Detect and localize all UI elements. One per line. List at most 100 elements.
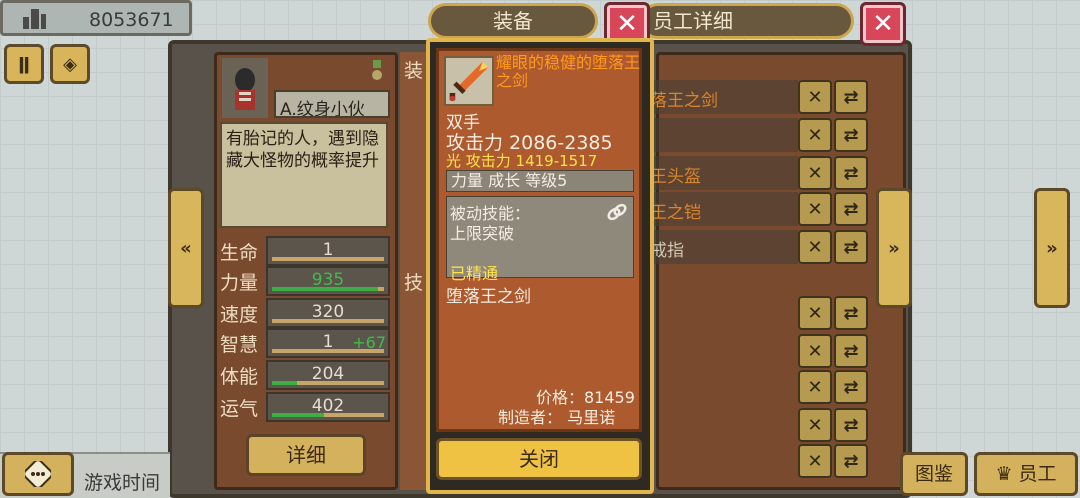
swap-icon: ⇄ (843, 414, 859, 436)
swap-button[interactable]: ⇄ (834, 408, 868, 442)
item-maker: 制造者： 马里诺 (498, 408, 616, 427)
stat-label: 速度 (220, 304, 259, 326)
equip-item-name: 戒指 (650, 241, 684, 261)
stat-bar: 402 (266, 392, 390, 422)
cross-icon: ✕ (807, 86, 823, 108)
swap-button[interactable]: ⇄ (834, 192, 868, 226)
stat-value: 204 (311, 364, 345, 384)
employee-detail-title: 员工详细 (640, 3, 854, 39)
cross-icon: ✕ (807, 236, 823, 258)
swap-button[interactable]: ⇄ (834, 370, 868, 404)
double-right-arrow-icon: » (888, 237, 900, 259)
money-value: 8053671 (89, 9, 174, 31)
growth-info: 力量 成长 等级5 (446, 170, 634, 192)
swap-button[interactable]: ⇄ (834, 444, 868, 478)
swap-button[interactable]: ⇄ (834, 334, 868, 368)
staff-button[interactable]: ♛ 员工 (974, 452, 1078, 496)
swap-icon: ⇄ (843, 340, 859, 362)
stat-label: 力量 (220, 272, 259, 294)
swap-icon: ⇄ (843, 376, 859, 398)
crown-icon: ♛ (995, 463, 1013, 485)
swap-button[interactable]: ⇄ (834, 230, 868, 264)
swap-button[interactable]: ⇄ (834, 118, 868, 152)
detail-button[interactable]: 详细 (246, 434, 366, 476)
set-name: 堕落王之剑 (446, 287, 531, 307)
prev-employee-button[interactable]: « (168, 188, 204, 308)
double-left-arrow-icon: « (180, 237, 192, 259)
stat-bar: 320 (266, 298, 390, 328)
swap-icon: ⇄ (843, 236, 859, 258)
cross-icon: ✕ (807, 414, 823, 436)
cross-icon: ✕ (807, 162, 823, 184)
stat-value: 1 (322, 332, 334, 352)
swap-button[interactable]: ⇄ (834, 80, 868, 114)
stat-label: 运气 (220, 398, 259, 420)
atlas-button[interactable]: 图鉴 (900, 452, 968, 496)
stat-bar: 935 (266, 266, 390, 296)
close-button[interactable]: 关闭 (436, 438, 642, 480)
employee-name: A.纹身小伙 (274, 90, 390, 118)
cross-icon: ✕ (807, 340, 823, 362)
stat-value: 1 (322, 240, 334, 260)
unequip-button[interactable]: ✕ (798, 370, 832, 404)
stat-value: 402 (311, 396, 345, 416)
stat-bar: 1 (266, 236, 390, 266)
money-bar: 8053671 (0, 0, 192, 36)
unequip-button[interactable]: ✕ (798, 296, 832, 330)
light-attack-value: 光 攻击力 1419-1517 (446, 152, 598, 170)
building-icon (23, 9, 46, 29)
stat-bar: 1 +67 (266, 328, 390, 358)
swap-icon: ⇄ (843, 124, 859, 146)
equip-row[interactable] (650, 118, 798, 152)
cross-icon: ✕ (807, 302, 823, 324)
speed-button[interactable]: ◈ (50, 44, 90, 84)
swap-icon: ⇄ (843, 162, 859, 184)
stat-value: 935 (311, 270, 345, 290)
unequip-button[interactable]: ✕ (798, 80, 832, 114)
dice-button[interactable] (2, 452, 74, 496)
swap-icon: ⇄ (843, 302, 859, 324)
stat-bonus: +67 (352, 333, 386, 352)
unequip-button[interactable]: ✕ (798, 192, 832, 226)
passive-skill-name: 上限突破 (450, 224, 515, 243)
equip-item-name: 王头盔 (650, 167, 701, 187)
staff-button-label: 员工 (1018, 463, 1057, 485)
stat-label: 体能 (220, 366, 259, 388)
unequip-button[interactable]: ✕ (798, 118, 832, 152)
swap-icon: ⇄ (843, 198, 859, 220)
cross-icon: ✕ (807, 198, 823, 220)
equipment-title: 装备 (428, 3, 598, 39)
stat-value: 320 (311, 302, 345, 322)
equip-item-name: 落王之剑 (650, 91, 718, 111)
sword-icon (444, 56, 494, 106)
employee-description: 有胎记的人，遇到隐藏大怪物的概率提升 (220, 122, 388, 228)
equip-item-name: 王之铠 (650, 203, 701, 223)
cross-icon: ✕ (807, 450, 823, 472)
swap-button[interactable]: ⇄ (834, 156, 868, 190)
swap-icon: ⇄ (843, 450, 859, 472)
item-name: 耀眼的稳健的堕落王之剑 (496, 53, 641, 90)
swap-button[interactable]: ⇄ (834, 296, 868, 330)
stat-fill (272, 381, 297, 385)
unequip-button[interactable]: ✕ (798, 156, 832, 190)
pause-icon: ǁ (18, 53, 30, 75)
link-icon[interactable] (606, 202, 628, 222)
stat-label: 生命 (220, 242, 259, 264)
cross-icon: ✕ (807, 124, 823, 146)
unequip-button[interactable]: ✕ (798, 444, 832, 478)
close-icon: ✕ (872, 9, 894, 39)
close-icon: ✕ (616, 9, 638, 39)
next-page-button[interactable]: » (1034, 188, 1070, 308)
cross-icon: ✕ (807, 376, 823, 398)
next-employee-button[interactable]: » (876, 188, 912, 308)
double-right-arrow-icon: » (1046, 237, 1058, 259)
unequip-button[interactable]: ✕ (798, 334, 832, 368)
unequip-button[interactable]: ✕ (798, 408, 832, 442)
pause-button[interactable]: ǁ (4, 44, 44, 84)
stat-label: 智慧 (220, 334, 259, 356)
close-employee-button[interactable]: ✕ (860, 2, 906, 46)
unequip-button[interactable]: ✕ (798, 230, 832, 264)
section-equip-label: 装 (404, 60, 424, 82)
dice-icon (25, 461, 51, 487)
mastery-status: 已精通 (450, 264, 499, 283)
